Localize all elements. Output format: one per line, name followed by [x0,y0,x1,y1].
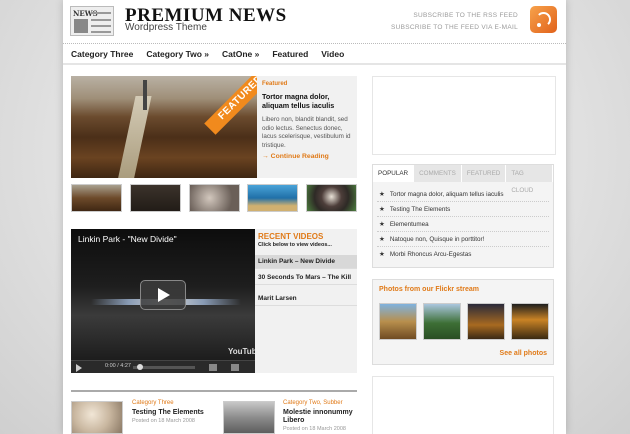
site-tagline: Wordpress Theme [125,22,207,33]
star-icon: ★ [379,251,385,258]
featured-box: Featured Tortor magna dolor, aliquam tel… [257,76,357,178]
popular-item-label: Natoque non, Quisque in porttitor! [389,236,485,243]
featured-thumbnails [71,184,357,212]
tab-tag-cloud[interactable]: TAG CLOUD [506,165,553,194]
tab-comments[interactable]: COMMENTS [414,165,462,182]
article-thumbnail[interactable] [71,401,123,434]
newspaper-logo-icon[interactable]: NEWS [70,6,114,36]
nav-item-category-two[interactable]: Category Two » [146,49,209,59]
article-category[interactable]: Category Two, Subber [283,400,343,406]
recent-videos-subtitle: Click below to view videos... [258,242,332,248]
page: NEWS PREMIUM NEWS Wordpress Theme SUBSCR… [63,0,566,434]
video-list-item[interactable]: Linkin Park – New Divide [255,255,357,269]
section-divider [71,390,357,392]
tab-popular[interactable]: POPULAR [373,165,415,182]
article-date: Posted on 18 March 2008 [132,418,195,424]
popular-item-label: Elementumea [389,221,429,228]
volume-icon[interactable] [209,364,217,371]
popular-item[interactable]: ★ Natoque non, Quisque in porttitor! [379,235,549,243]
star-icon: ★ [379,191,385,198]
popular-item-label: Tortor magna dolor, aliquam tellus iacul… [389,191,504,198]
video-time: 0:00 / 4:27 [105,363,131,369]
flickr-photo[interactable] [379,303,417,340]
nav-item-video[interactable]: Video [321,49,344,59]
popular-item[interactable]: ★ Tortor magna dolor, aliquam tellus iacu… [379,190,549,198]
widget-tabs: POPULAR COMMENTS FEATURED TAG CLOUD [373,165,553,194]
article-title[interactable]: Testing The Elements [132,409,216,417]
video-title: Linkin Park - "New Divide" [78,234,177,244]
flickr-widget: Photos from our Flickr stream See all ph… [372,279,554,365]
featured-image[interactable]: FEATURED [71,76,257,178]
rss-subscribe-link[interactable]: SUBSCRIBE TO THE RSS FEED [413,12,518,19]
video-player[interactable]: Linkin Park - "New Divide" YouTube 0:00 … [71,229,255,373]
thumbnail[interactable] [247,184,299,212]
youtube-logo: YouTube [228,347,255,356]
popular-item[interactable]: ★ Elementumea [379,220,549,228]
rss-dot [537,23,541,27]
fullscreen-icon[interactable] [231,364,239,371]
featured-title[interactable]: Tortor magna dolor, aliquam tellus iacul… [262,92,354,110]
logo-line [91,25,111,27]
flickr-photo[interactable] [511,303,549,340]
sidebar-widget [372,376,554,434]
tabbed-widget: POPULAR COMMENTS FEATURED TAG CLOUD ★ Tor… [372,164,554,268]
recent-videos: RECENT VIDEOS Click below to view videos… [255,229,357,373]
play-button[interactable] [140,280,186,310]
see-all-photos-link[interactable]: See all photos [500,350,547,357]
play-icon[interactable] [76,364,82,372]
rss-icon[interactable] [530,6,557,33]
divider [377,201,549,202]
popular-item[interactable]: ★ Morbi Rhoncus Arcu-Egestas [379,250,549,258]
popular-item[interactable]: ★ Testing The Elements [379,205,549,213]
nav-item-category-three[interactable]: Category Three [71,49,133,59]
article-category[interactable]: Category Three [132,400,174,406]
article-title[interactable]: Molestie innonummy Libero [283,409,357,425]
flickr-photo[interactable] [423,303,461,340]
article-date: Posted on 18 March 2008 [283,426,346,432]
thumbnail[interactable] [188,184,240,212]
flickr-photo[interactable] [467,303,505,340]
logo-photo [74,19,88,33]
thumbnail[interactable] [129,184,181,212]
nav-item-catone[interactable]: CatOne » [222,49,259,59]
featured-tag[interactable]: Featured [262,81,287,87]
logo-line [91,19,111,21]
logo-line [91,12,111,14]
star-icon: ★ [379,221,385,228]
featured-excerpt: Libero non, blandit blandit, sed odio le… [262,116,351,149]
ad-box [372,76,556,155]
divider [377,246,549,247]
image-tower [143,80,147,110]
thumbnail[interactable] [306,184,357,212]
star-icon: ★ [379,206,385,213]
article-thumbnail[interactable] [223,401,275,434]
popular-item-label: Testing The Elements [389,206,451,213]
continue-reading-link[interactable]: → Continue Reading [262,153,329,160]
seek-handle[interactable] [137,364,143,370]
popular-item-label: Morbi Rhoncus Arcu-Egestas [389,251,472,258]
video-controls: 0:00 / 4:27 [71,360,255,373]
video-list-item[interactable]: 30 Seconds To Mars – The Kill [255,271,357,285]
main-nav: Category Three Category Two » CatOne » F… [63,43,566,65]
recent-videos-title: RECENT VIDEOS [258,232,324,241]
logo-line [91,31,111,33]
email-subscribe-link[interactable]: SUBSCRIBE TO THE FEED VIA E-MAIL [391,24,518,31]
featured-ribbon: FEATURED [204,76,257,135]
video-list-item[interactable]: Marit Larsen [255,292,357,306]
star-icon: ★ [379,236,385,243]
divider [377,231,549,232]
divider [377,216,549,217]
nav-item-featured[interactable]: Featured [272,49,308,59]
flickr-title: Photos from our Flickr stream [379,286,479,293]
tab-featured[interactable]: FEATURED [462,165,507,182]
thumbnail[interactable] [71,184,122,212]
